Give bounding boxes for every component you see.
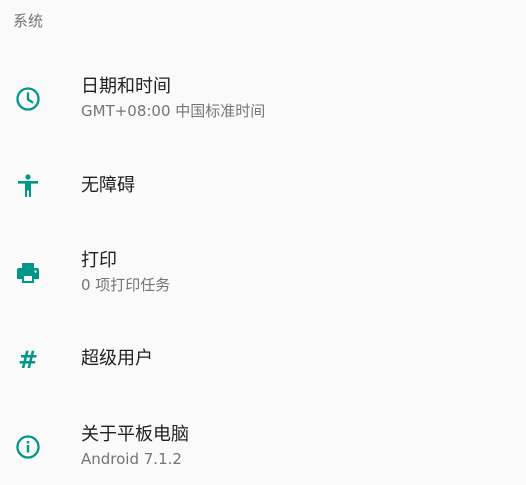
settings-item-title: 打印 (81, 250, 117, 271)
settings-item-date-time[interactable]: 日期和时间 GMT+08:00 中国标准时间 (0, 70, 526, 132)
settings-item-summary: Android 7.1.2 (81, 450, 182, 468)
section-header-system: 系统 (13, 12, 44, 30)
settings-page: 系统 日期和时间 GMT+08:00 中国标准时间 无障碍 打印 0 项打印任务… (0, 0, 526, 485)
settings-item-title: 超级用户 (81, 348, 153, 369)
settings-item-about-tablet[interactable]: 关于平板电脑 Android 7.1.2 (0, 418, 526, 480)
clock-icon (14, 85, 42, 113)
accessibility-icon (14, 172, 42, 200)
print-icon (14, 259, 42, 287)
hash-icon: # (17, 346, 39, 374)
settings-item-summary: GMT+08:00 中国标准时间 (81, 102, 266, 120)
settings-item-title: 关于平板电脑 (81, 424, 189, 445)
settings-item-title: 无障碍 (81, 175, 135, 196)
settings-item-print[interactable]: 打印 0 项打印任务 (0, 244, 526, 306)
settings-item-accessibility[interactable]: 无障碍 (0, 160, 526, 212)
settings-item-superuser[interactable]: # 超级用户 (0, 334, 526, 386)
settings-item-summary: 0 项打印任务 (81, 276, 171, 294)
info-icon (14, 433, 42, 461)
settings-item-title: 日期和时间 (81, 76, 171, 97)
